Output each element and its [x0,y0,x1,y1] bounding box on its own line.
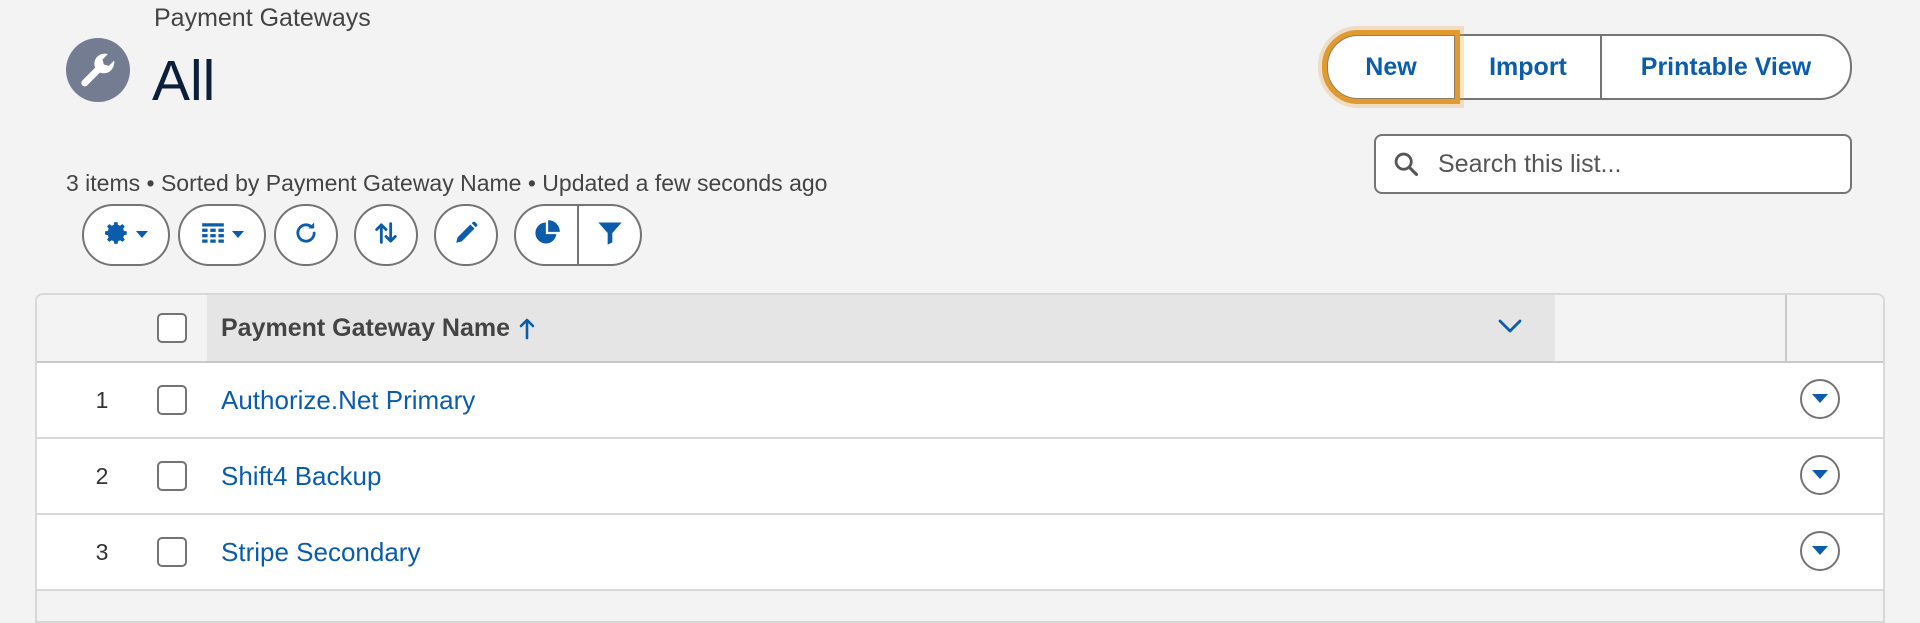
column-header-payment-gateway-name[interactable]: Payment Gateway Name [207,295,1555,361]
chevron-down-icon [1812,394,1828,404]
chevron-down-icon [1812,470,1828,480]
pencil-icon [453,220,479,251]
edit-list-button[interactable] [434,204,498,266]
row-checkbox[interactable] [157,385,187,415]
row-checkbox[interactable] [157,537,187,567]
new-button[interactable]: New [1322,30,1460,104]
page-title: All [152,49,216,113]
column-header-label: Payment Gateway Name [221,313,511,342]
row-action-button[interactable] [1800,379,1840,419]
refresh-button[interactable] [274,204,338,266]
row-checkbox[interactable] [157,461,187,491]
chevron-down-icon [232,226,244,244]
import-button[interactable]: Import [1454,36,1600,98]
wrench-icon [66,38,130,102]
breadcrumb: Payment Gateways [154,4,371,32]
record-link[interactable]: Stripe Secondary [221,515,420,589]
table-footer [37,591,1883,621]
header-divider [1785,295,1787,361]
chart-button[interactable] [516,206,577,264]
row-number: 2 [95,462,109,489]
row-action-button[interactable] [1800,531,1840,571]
chevron-down-icon [136,226,148,244]
action-button-group: New Import Printable View [1322,30,1852,104]
row-action-button[interactable] [1800,455,1840,495]
chevron-down-icon [1812,546,1828,556]
list-table: Payment Gateway Name 1 Authorize.Net Pri… [35,293,1885,623]
table-row: 1 Authorize.Net Primary [37,363,1883,439]
search-icon [1376,150,1436,178]
pie-chart-icon [533,219,561,252]
list-summary: 3 items • Sorted by Payment Gateway Name… [66,170,828,196]
table-icon [200,220,226,251]
filter-button[interactable] [577,206,640,264]
column-menu-chevron-icon[interactable] [1497,317,1523,335]
refresh-icon [292,219,320,252]
filter-icon [596,219,624,252]
search-input[interactable] [1436,148,1840,180]
printable-view-button[interactable]: Printable View [1600,36,1850,98]
search-box [1374,134,1852,194]
sort-button[interactable] [354,204,418,266]
display-as-button[interactable] [178,204,266,266]
row-number: 1 [95,386,109,413]
table-row: 3 Stripe Secondary [37,515,1883,591]
sort-ascending-icon [518,316,536,340]
record-link[interactable]: Authorize.Net Primary [221,363,475,437]
table-header: Payment Gateway Name [37,295,1883,363]
select-all-checkbox[interactable] [157,313,187,343]
table-row: 2 Shift4 Backup [37,439,1883,515]
record-link[interactable]: Shift4 Backup [221,439,381,513]
gear-icon [104,220,130,251]
sort-icon [372,219,400,252]
list-settings-button[interactable] [82,204,170,266]
row-number: 3 [95,538,109,565]
chart-filter-group [514,204,642,266]
